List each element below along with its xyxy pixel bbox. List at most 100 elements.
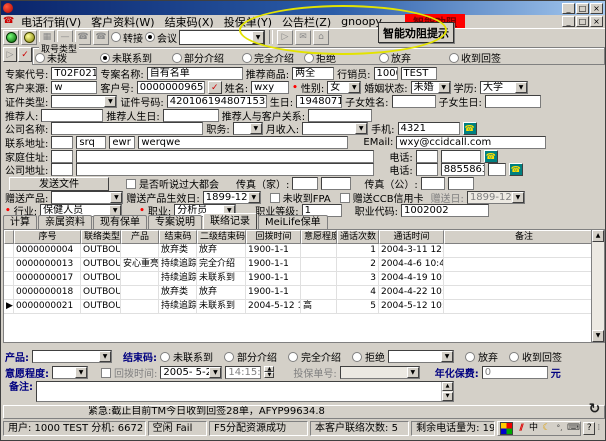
- radio-icon[interactable]: [172, 53, 182, 63]
- referrer-relation-field[interactable]: [308, 109, 372, 122]
- extension-combobox[interactable]: [179, 30, 265, 45]
- column-header[interactable]: 意愿程度: [301, 230, 337, 244]
- tab-project-notes[interactable]: 专案说明: [148, 215, 202, 229]
- customer-source-field[interactable]: w: [51, 81, 97, 94]
- agent-id-field[interactable]: 1000: [374, 67, 398, 80]
- project-name-field[interactable]: 自有名单: [147, 67, 243, 80]
- home-tel-field-1[interactable]: [416, 150, 438, 163]
- hangup-button[interactable]: [21, 30, 37, 45]
- column-header[interactable]: 通话次数: [337, 230, 379, 244]
- contact-address-field-1[interactable]: [51, 136, 73, 149]
- dialtype-option-full[interactable]: 完全介绍: [242, 50, 294, 65]
- scroll-down-button[interactable]: [592, 330, 604, 342]
- chevron-down-icon[interactable]: [75, 367, 87, 378]
- contact-address-field-2[interactable]: srq: [76, 136, 106, 149]
- tab-contact-records[interactable]: 联络记录: [203, 213, 257, 229]
- dialtype-option-notreached[interactable]: 未联系到: [100, 50, 152, 65]
- fax-home-field-1[interactable]: [292, 177, 318, 190]
- chevron-down-icon[interactable]: [407, 367, 419, 378]
- chevron-down-icon[interactable]: [209, 367, 221, 378]
- bottom-product-select[interactable]: [32, 350, 112, 363]
- radio-icon[interactable]: [242, 53, 252, 63]
- scroll-up-button[interactable]: [592, 230, 604, 242]
- radio-icon[interactable]: [449, 53, 459, 63]
- column-header[interactable]: 通话时间: [379, 230, 444, 244]
- fpa-checkbox[interactable]: [270, 193, 280, 203]
- help-button[interactable]: ?: [583, 422, 595, 435]
- dial-button[interactable]: [3, 30, 19, 45]
- company-name-field[interactable]: [51, 122, 203, 135]
- scroll-down-button[interactable]: [442, 392, 453, 401]
- education-select[interactable]: 大学: [480, 81, 528, 94]
- dialtype-option-reject[interactable]: 拒绝: [304, 50, 336, 65]
- message-button[interactable]: ✉: [295, 30, 311, 45]
- gift-product-select[interactable]: [51, 191, 123, 204]
- chevron-down-icon[interactable]: [348, 82, 360, 93]
- id-no-field[interactable]: 420106194807153284: [167, 95, 267, 108]
- table-row[interactable]: 0000000013 OUTBOUND 安心重亮 持续追踪 完全介绍 1900-…: [4, 258, 604, 272]
- column-header[interactable]: 备注: [444, 230, 604, 244]
- forward-button[interactable]: ▷: [277, 30, 293, 45]
- conference-radio[interactable]: [145, 32, 155, 42]
- home-address-field-1[interactable]: [51, 150, 73, 163]
- fax-home-field-2[interactable]: [321, 177, 351, 190]
- verify-customer-button[interactable]: [208, 81, 222, 94]
- tab-calculate[interactable]: 计算: [3, 215, 37, 229]
- chevron-down-icon[interactable]: [512, 192, 524, 203]
- remark-scrollbar[interactable]: [441, 382, 453, 401]
- close-button[interactable]: ×: [590, 3, 603, 14]
- chevron-down-icon[interactable]: [441, 351, 453, 362]
- home-address-field-2[interactable]: [76, 150, 374, 163]
- endcode-partial-radio[interactable]: [224, 352, 234, 362]
- column-header[interactable]: 结束码: [159, 230, 197, 244]
- tab-existing-policies[interactable]: 现有保单: [93, 215, 147, 229]
- company-tel-field-1[interactable]: [416, 163, 438, 176]
- fax-office-field-1[interactable]: [421, 177, 445, 190]
- company-address-field-1[interactable]: [51, 163, 73, 176]
- endcode-full-radio[interactable]: [288, 352, 298, 362]
- callback-date-select[interactable]: 2005- 5-20: [160, 366, 222, 379]
- dial-mobile-button[interactable]: [463, 122, 477, 135]
- chevron-down-icon[interactable]: [438, 82, 450, 93]
- column-header[interactable]: 二级结束码: [197, 230, 246, 244]
- scroll-up-button[interactable]: [442, 382, 453, 391]
- transfer-radio[interactable]: [111, 32, 121, 42]
- confirm-button[interactable]: [18, 47, 32, 62]
- home-button[interactable]: ⌂: [313, 30, 329, 45]
- reject-reason-select[interactable]: [388, 350, 454, 363]
- radio-icon[interactable]: [100, 53, 110, 63]
- income-select[interactable]: [302, 122, 368, 135]
- play-button[interactable]: [3, 47, 17, 62]
- dial-home-button[interactable]: [484, 150, 498, 163]
- heard-metlife-checkbox[interactable]: [126, 179, 136, 189]
- tab-meilife-policies[interactable]: MeiLife保单: [258, 215, 328, 229]
- give-date-select[interactable]: 1899-12-30: [467, 191, 525, 204]
- remark-textarea[interactable]: [36, 381, 454, 402]
- dialtype-option-abandon[interactable]: 放弃: [379, 50, 411, 65]
- callback-checkbox[interactable]: [101, 368, 111, 378]
- radio-icon[interactable]: [35, 53, 45, 63]
- ime-chinese-indicator[interactable]: 中: [528, 423, 539, 434]
- company-address-field-2[interactable]: [76, 163, 374, 176]
- chevron-down-icon[interactable]: [355, 123, 367, 134]
- table-row[interactable]: 0000000004 OUTBOUND 放弃类 放弃 1900-1-1 1 20…: [4, 244, 604, 258]
- child-restore-button[interactable]: □: [576, 16, 589, 27]
- callback-time-field[interactable]: 14:15:: [225, 366, 261, 379]
- dialtype-option-signed[interactable]: 收到回签: [449, 50, 501, 65]
- ime-pen-icon[interactable]: [515, 423, 526, 434]
- child-close-button[interactable]: ×: [590, 16, 603, 27]
- email-field[interactable]: wxy@ccidcall.com: [396, 136, 546, 149]
- chevron-down-icon[interactable]: [110, 192, 122, 203]
- chevron-down-icon[interactable]: [515, 82, 527, 93]
- name-field[interactable]: wxy: [251, 81, 289, 94]
- endcode-reject-radio[interactable]: [352, 352, 362, 362]
- table-scrollbar[interactable]: [591, 230, 604, 342]
- chevron-down-icon[interactable]: [99, 351, 111, 362]
- column-header[interactable]: 产品: [121, 230, 159, 244]
- occupation-code-field[interactable]: 1002002: [401, 204, 489, 217]
- agent-name-field[interactable]: TEST: [401, 67, 437, 80]
- job-title-select[interactable]: [233, 122, 263, 135]
- child-birthday-field[interactable]: [485, 95, 541, 108]
- chevron-down-icon[interactable]: [248, 192, 260, 203]
- resize-grip[interactable]: ⁞: [597, 423, 605, 433]
